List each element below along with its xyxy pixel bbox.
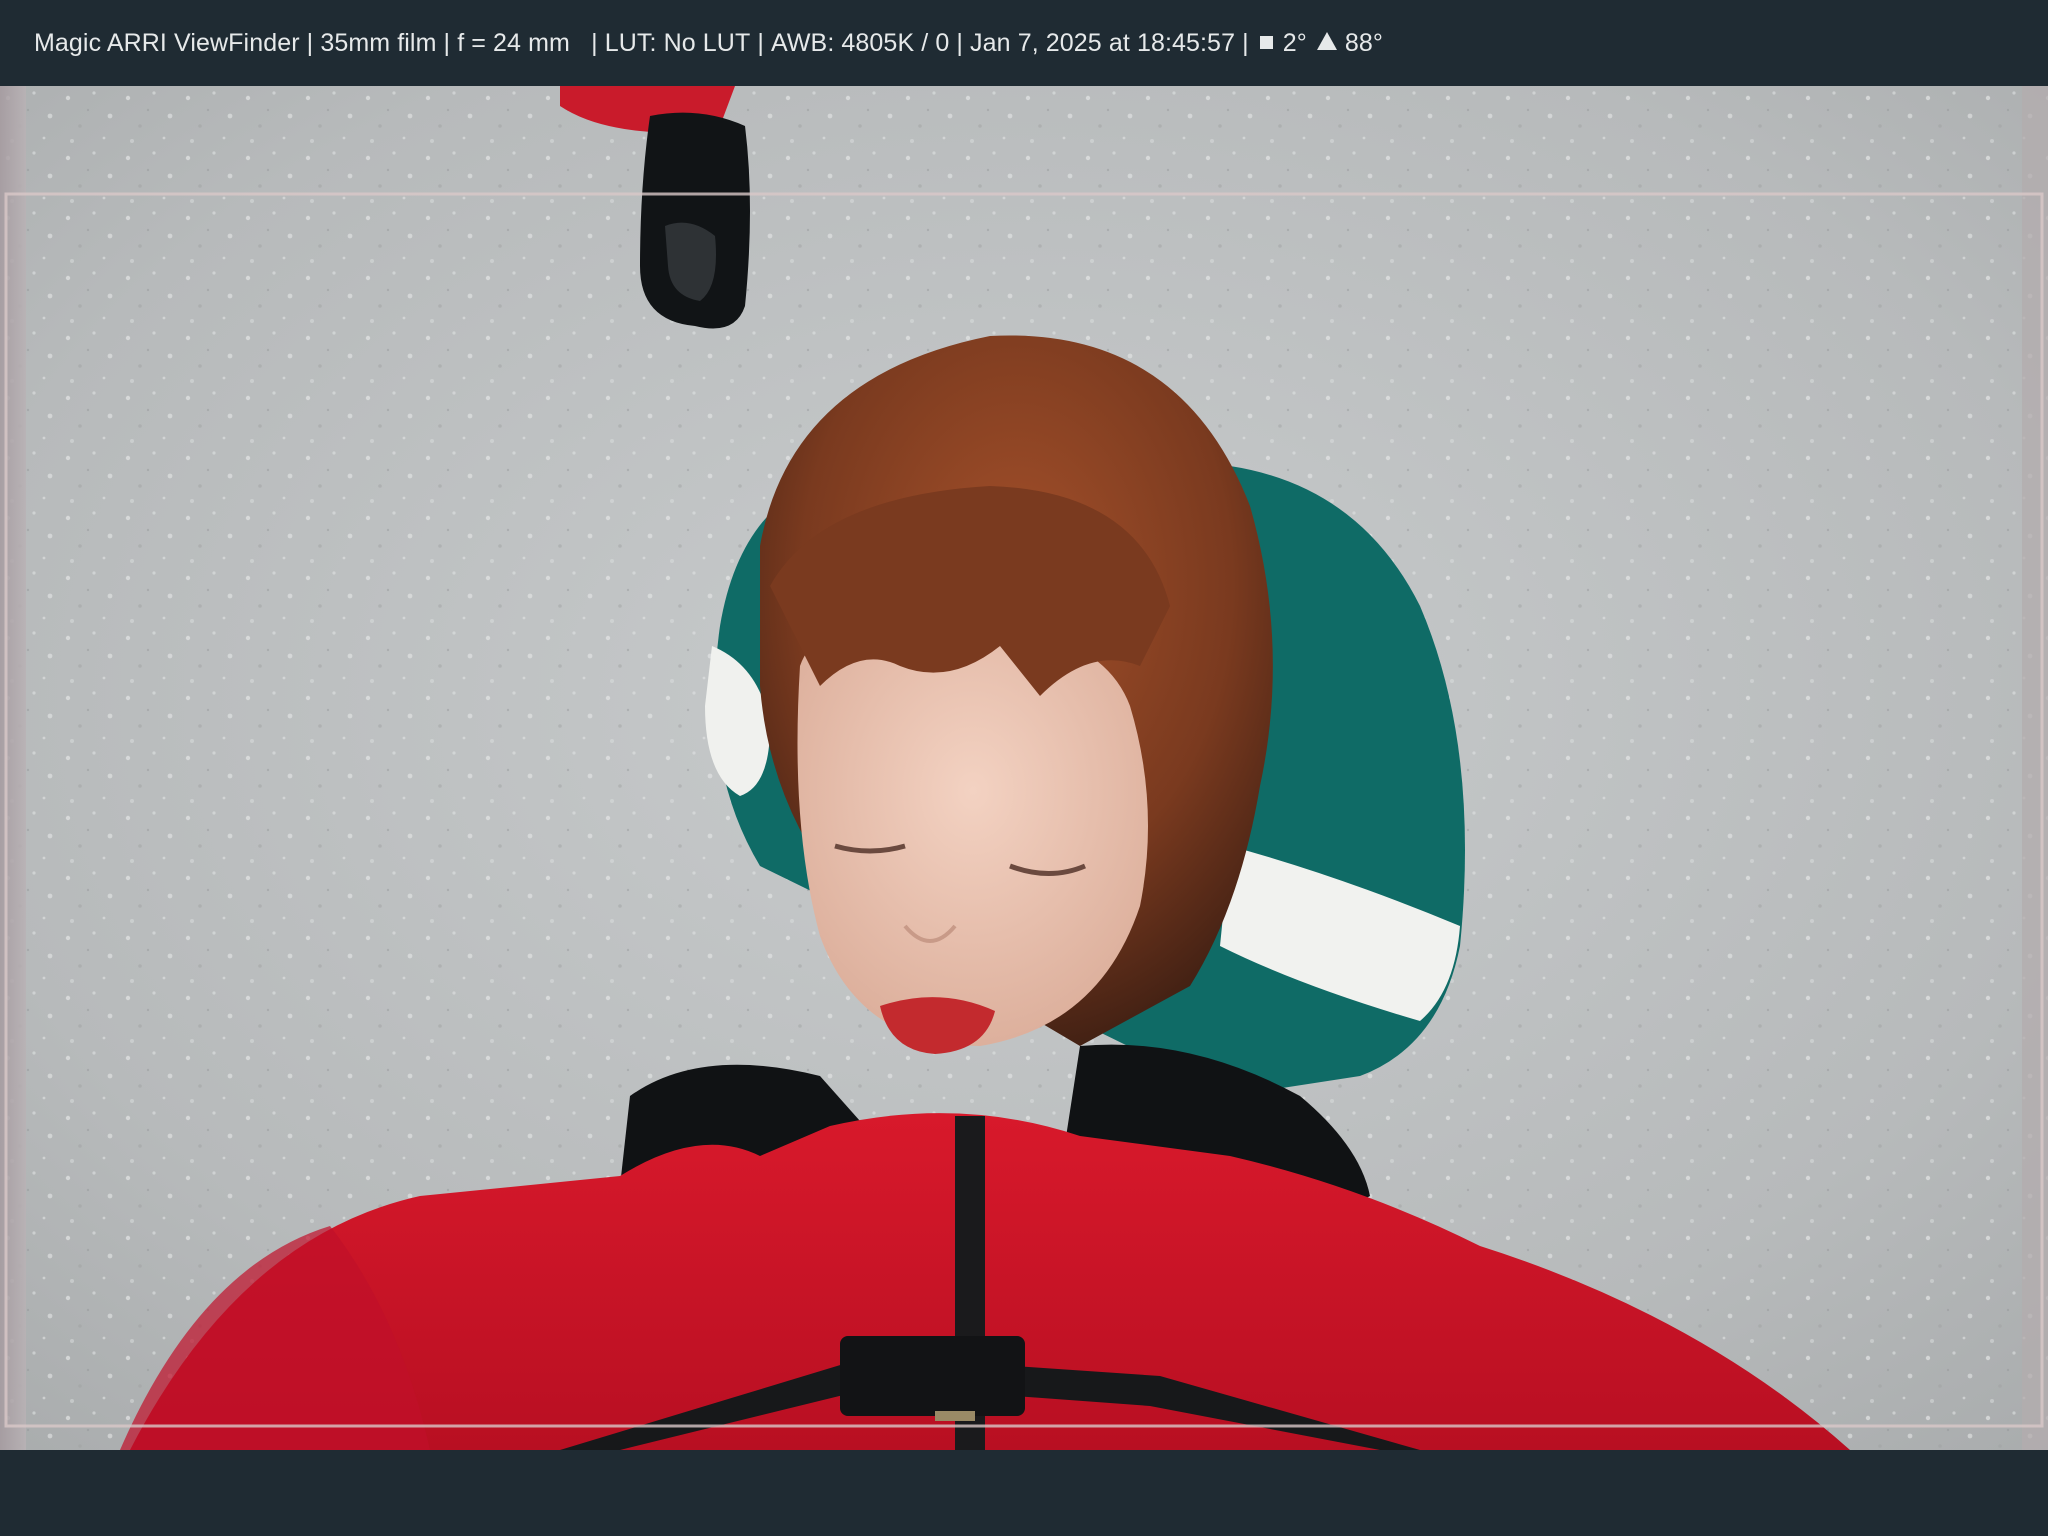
separator: |	[569, 28, 605, 57]
roll-readout: 2°	[1282, 28, 1307, 57]
preview-image	[0, 86, 2048, 1450]
camera-preview[interactable]	[0, 86, 2048, 1450]
lut-readout: LUT: No LUT	[604, 28, 751, 57]
triangle-icon	[1316, 32, 1337, 50]
status-bar: Magic ARRI ViewFinder | 35mm film | f = …	[0, 0, 2048, 86]
awb-readout: AWB: 4805K / 0	[771, 28, 950, 57]
separator: |	[436, 28, 458, 57]
status-readout: Magic ARRI ViewFinder | 35mm film | f = …	[34, 29, 1383, 58]
focal-length: f = 24 mm	[457, 28, 570, 57]
separator: |	[750, 28, 772, 57]
square-icon	[1259, 35, 1273, 49]
app-name: Magic ARRI ViewFinder	[34, 28, 300, 57]
tilt-readout: 88°	[1344, 28, 1383, 57]
film-format: 35mm film	[320, 28, 437, 57]
strap-buckle	[840, 1336, 1025, 1416]
bottom-bar	[0, 1450, 2048, 1536]
viewfinder-app: Magic ARRI ViewFinder | 35mm film | f = …	[0, 0, 2048, 1536]
left-edge-shade	[0, 86, 26, 1450]
separator: |	[949, 28, 971, 57]
timestamp: Jan 7, 2025 at 18:45:57	[970, 28, 1236, 57]
separator: |	[1235, 28, 1256, 57]
face	[797, 621, 1148, 1046]
right-edge-shade	[2022, 86, 2048, 1450]
separator: |	[299, 28, 321, 57]
